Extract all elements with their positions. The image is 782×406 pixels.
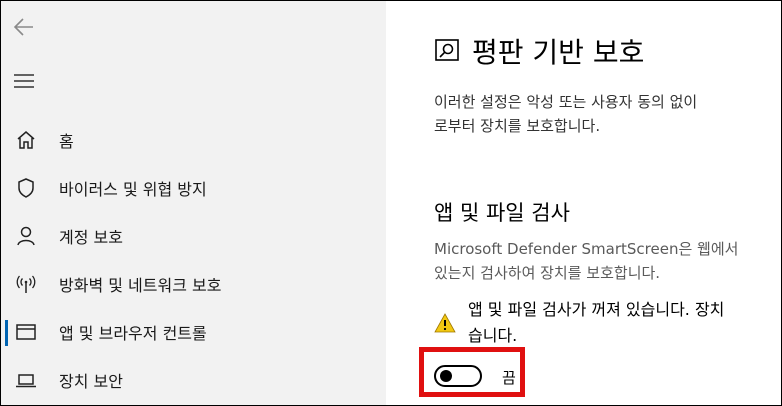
sidebar-item-label: 바이러스 및 위협 방지 xyxy=(59,180,207,199)
toggle-knob xyxy=(440,370,452,382)
hamburger-menu-button[interactable] xyxy=(13,71,37,91)
sidebar-item-firewall[interactable]: 방화벽 및 네트워크 보호 xyxy=(1,264,386,304)
warning-icon xyxy=(434,313,456,333)
windows-security-window: 홈 바이러스 및 위협 방지 계정 보호 방화벽 및 네트워크 보호 앱 및 브… xyxy=(0,0,782,406)
sidebar-item-device-security[interactable]: 장치 보안 xyxy=(1,360,386,400)
sidebar-item-label: 앱 및 브라우저 컨트롤 xyxy=(59,324,207,343)
section-description-line: Microsoft Defender SmartScreen은 웹에서 xyxy=(434,240,739,258)
description-line: 이러한 설정은 악성 또는 사용자 동의 없이 xyxy=(434,93,698,111)
section-description: Microsoft Defender SmartScreen은 웹에서 있는지 … xyxy=(434,237,738,285)
page-title: 평판 기반 보호 xyxy=(472,36,645,69)
sidebar-item-virus-protection[interactable]: 바이러스 및 위협 방지 xyxy=(1,168,386,208)
sidebar: 홈 바이러스 및 위협 방지 계정 보호 방화벽 및 네트워크 보호 앱 및 브… xyxy=(1,1,386,405)
sidebar-item-account-protection[interactable]: 계정 보호 xyxy=(1,216,386,256)
sidebar-item-label: 장치 보안 xyxy=(59,372,123,391)
toggle-state-label: 끔 xyxy=(502,369,516,387)
section-title: 앱 및 파일 검사 xyxy=(434,201,570,225)
page-description: 이러한 설정은 악성 또는 사용자 동의 없이 로부터 장치를 보호합니다. xyxy=(434,90,697,138)
browser-window-icon xyxy=(16,324,36,340)
person-icon xyxy=(17,226,35,246)
reputation-protection-icon xyxy=(435,39,459,61)
laptop-icon xyxy=(16,374,36,388)
back-arrow-icon xyxy=(13,18,33,36)
warning-line: 앱 및 파일 검사가 꺼져 있습니다. 장치 xyxy=(468,300,725,319)
description-line: 로부터 장치를 보호합니다. xyxy=(434,117,601,135)
shield-icon xyxy=(18,178,34,198)
sidebar-item-label: 방화벽 및 네트워크 보호 xyxy=(59,276,222,295)
warning-message: 앱 및 파일 검사가 꺼져 있습니다. 장치 습니다. xyxy=(468,297,724,349)
back-button[interactable] xyxy=(11,13,39,41)
sidebar-item-app-browser-control[interactable]: 앱 및 브라우저 컨트롤 xyxy=(1,312,386,352)
sidebar-item-label: 계정 보호 xyxy=(59,228,123,247)
app-file-check-toggle[interactable] xyxy=(434,365,482,387)
main-content: 평판 기반 보호 이러한 설정은 악성 또는 사용자 동의 없이 로부터 장치를… xyxy=(386,1,781,405)
wireless-icon xyxy=(16,275,36,293)
sidebar-item-home[interactable]: 홈 xyxy=(1,120,386,160)
section-description-line: 있는지 검사하여 장치를 보호합니다. xyxy=(434,264,661,282)
warning-line: 습니다. xyxy=(468,326,518,345)
home-icon xyxy=(17,131,35,149)
sidebar-item-label: 홈 xyxy=(59,132,74,151)
hamburger-icon xyxy=(14,74,34,88)
